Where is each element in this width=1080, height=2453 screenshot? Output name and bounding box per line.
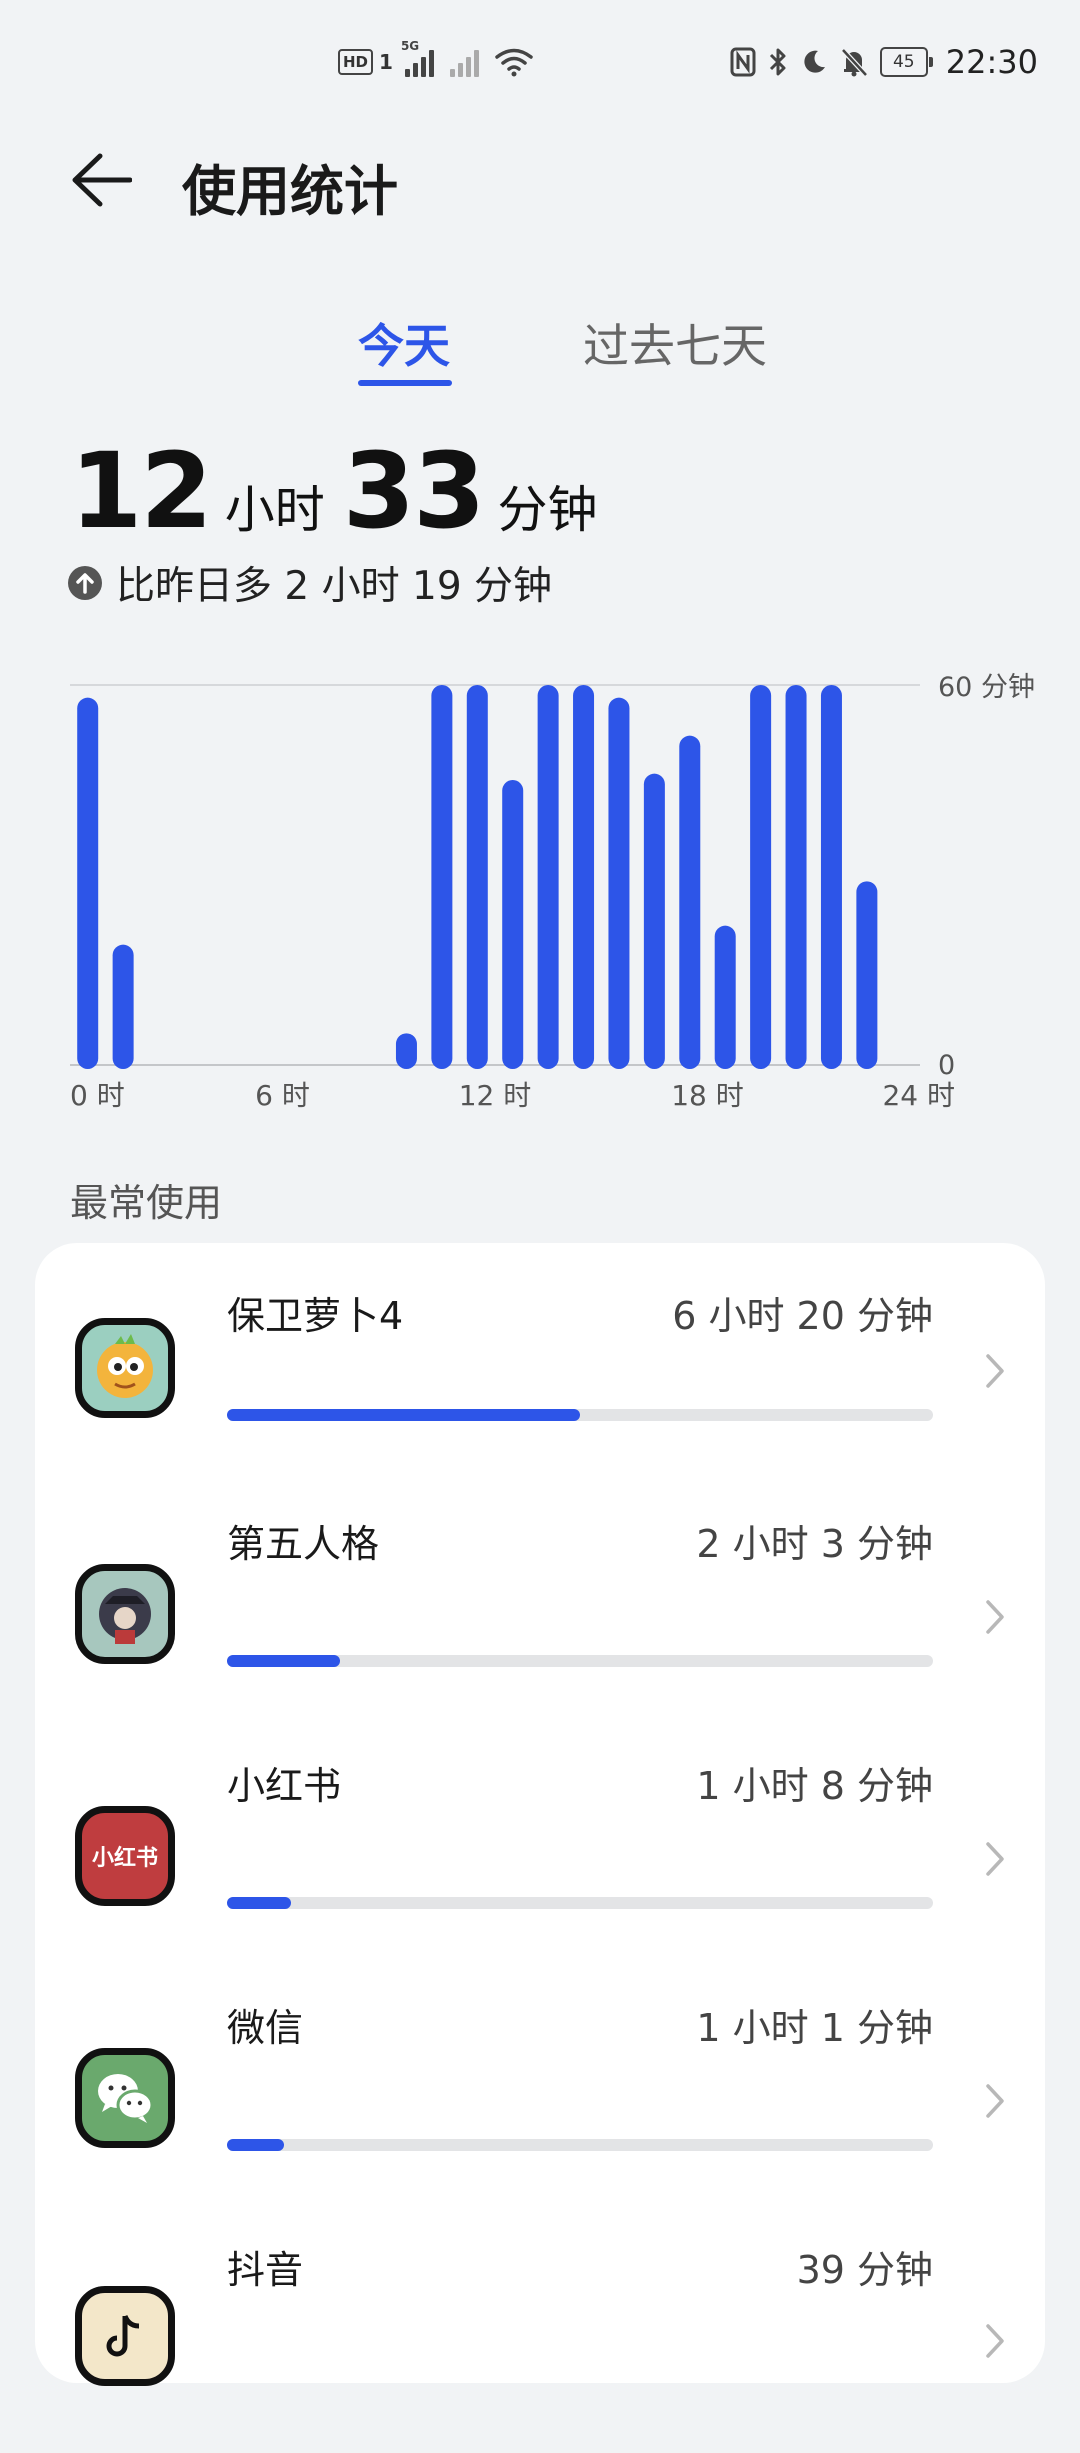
sim-slot: 1	[379, 50, 393, 74]
chart-x-tick-label: 24 时	[882, 1079, 955, 1112]
app-usage-time: 39 分钟	[796, 2248, 933, 2292]
app-usage-time: 1 小时 8 分钟	[696, 1764, 933, 1808]
nfc-icon	[730, 47, 756, 77]
app-name: 小红书	[227, 1764, 342, 1808]
usage-progress-track	[227, 2139, 933, 2151]
app-usage-time: 6 小时 20 分钟	[672, 1294, 933, 1338]
usage-progress-fill	[227, 1409, 580, 1421]
chart-bar	[537, 685, 559, 1069]
chart-y-max-label: 60 分钟	[938, 672, 1035, 703]
hours-unit: 小时	[224, 481, 325, 539]
chart-bar	[608, 697, 630, 1069]
signal-icon: 5G	[401, 39, 434, 77]
battery-icon: 45	[879, 47, 933, 77]
chevron-right-icon	[986, 2084, 1004, 2118]
chevron-right-icon	[986, 1600, 1004, 1634]
arrow-up-circle-icon	[68, 566, 102, 600]
chart-bar	[77, 697, 99, 1069]
chart-x-tick-label: 0 时	[70, 1079, 125, 1112]
back-button[interactable]	[66, 145, 136, 215]
app-row-wechat[interactable]: 微信 1 小时 1 分钟	[35, 1969, 1045, 2211]
total-usage: 12 小时 33 分钟	[70, 430, 615, 552]
chevron-right-icon	[986, 1354, 1004, 1388]
wechat-icon	[75, 2048, 175, 2148]
app-usage-time: 2 小时 3 分钟	[696, 1522, 933, 1566]
xiaohongshu-icon: 小红书	[75, 1806, 175, 1906]
usage-progress-track	[227, 1409, 933, 1421]
usage-progress-track	[227, 1897, 933, 1909]
app-row-identity-v[interactable]: 第五人格 2 小时 3 分钟	[35, 1485, 1045, 1727]
usage-progress-track	[227, 1655, 933, 1667]
app-name: 保卫萝卜4	[227, 1294, 404, 1338]
total-minutes: 33	[342, 430, 486, 552]
chart-x-tick-label: 6 时	[255, 1079, 310, 1112]
usage-progress-fill	[227, 2139, 284, 2151]
mute-bell-icon	[840, 48, 868, 77]
wifi-icon	[495, 48, 533, 77]
chart-bar	[395, 1033, 417, 1069]
xiaohongshu-icon-text: 小红书	[91, 1846, 158, 1871]
app-row-xiaohongshu[interactable]: 小红书 小红书 1 小时 8 分钟	[35, 1727, 1045, 1969]
usage-progress-fill	[227, 1655, 340, 1667]
chart-x-tick-label: 18 时	[671, 1079, 744, 1112]
chevron-right-icon	[986, 2324, 1004, 2358]
hourly-usage-chart: 0 时 6 时 12 时 18 时 24 时 60 分钟 0	[0, 660, 1080, 1120]
status-bar: HD 1 5G 45 22:30	[0, 0, 1080, 120]
app-row-carrot[interactable]: 保卫萝卜4 6 小时 20 分钟	[35, 1243, 1045, 1485]
chevron-right-icon	[986, 1842, 1004, 1876]
chart-bar	[679, 735, 701, 1069]
app-name: 抖音	[227, 2248, 304, 2292]
back-arrow-icon	[72, 153, 132, 207]
page-title: 使用统计	[182, 160, 398, 223]
network-type: 5G	[400, 39, 420, 53]
chart-bar	[714, 925, 736, 1069]
comparison-text: 比昨日多 2 小时 19 分钟	[116, 564, 553, 609]
chart-bar	[573, 685, 595, 1069]
usage-bar-chart: 0 时 6 时 12 时 18 时 24 时 60 分钟 0	[70, 672, 1035, 1112]
chart-bar	[856, 881, 878, 1069]
bluetooth-icon	[769, 48, 786, 76]
comparison-row: 比昨日多 2 小时 19 分钟	[68, 555, 552, 611]
app-name: 微信	[227, 2006, 304, 2050]
tab-past-seven-days[interactable]: 过去七天	[583, 310, 767, 376]
chart-y-zero-label: 0	[938, 1050, 955, 1081]
chart-bar	[112, 944, 134, 1069]
hd-badge: HD	[338, 49, 374, 75]
system-indicators: 45 22:30	[730, 40, 1038, 84]
usage-progress-fill	[227, 1897, 291, 1909]
app-name: 第五人格	[227, 1522, 380, 1566]
minutes-unit: 分钟	[497, 481, 598, 539]
status-time: 22:30	[945, 43, 1038, 81]
chart-bar	[785, 685, 807, 1069]
chart-bar	[466, 685, 488, 1069]
douyin-icon	[75, 2286, 175, 2386]
signal-sim2-icon	[449, 47, 479, 77]
chart-x-tick-label: 12 时	[459, 1079, 532, 1112]
chart-bar	[431, 685, 453, 1069]
identity-v-icon	[75, 1564, 175, 1664]
app-usage-time: 1 小时 1 分钟	[696, 2006, 933, 2050]
tab-today[interactable]: 今天	[358, 310, 450, 376]
network-indicators: HD 1 5G	[338, 39, 533, 82]
tab-selected-indicator	[358, 380, 452, 386]
chart-bar	[820, 685, 842, 1069]
do-not-disturb-moon-icon	[804, 50, 825, 73]
chart-bar	[750, 685, 772, 1069]
carrot-game-icon	[75, 1318, 175, 1418]
most-used-card: 保卫萝卜4 6 小时 20 分钟 第五人格 2 小时 3 分钟 小红书 小红书 …	[35, 1243, 1045, 2386]
total-hours: 12	[70, 430, 213, 552]
app-row-douyin[interactable]: 抖音 39 分钟	[35, 2211, 1045, 2453]
most-used-label: 最常使用	[70, 1181, 223, 1225]
chart-bar	[643, 773, 665, 1069]
chart-bar	[502, 780, 524, 1069]
